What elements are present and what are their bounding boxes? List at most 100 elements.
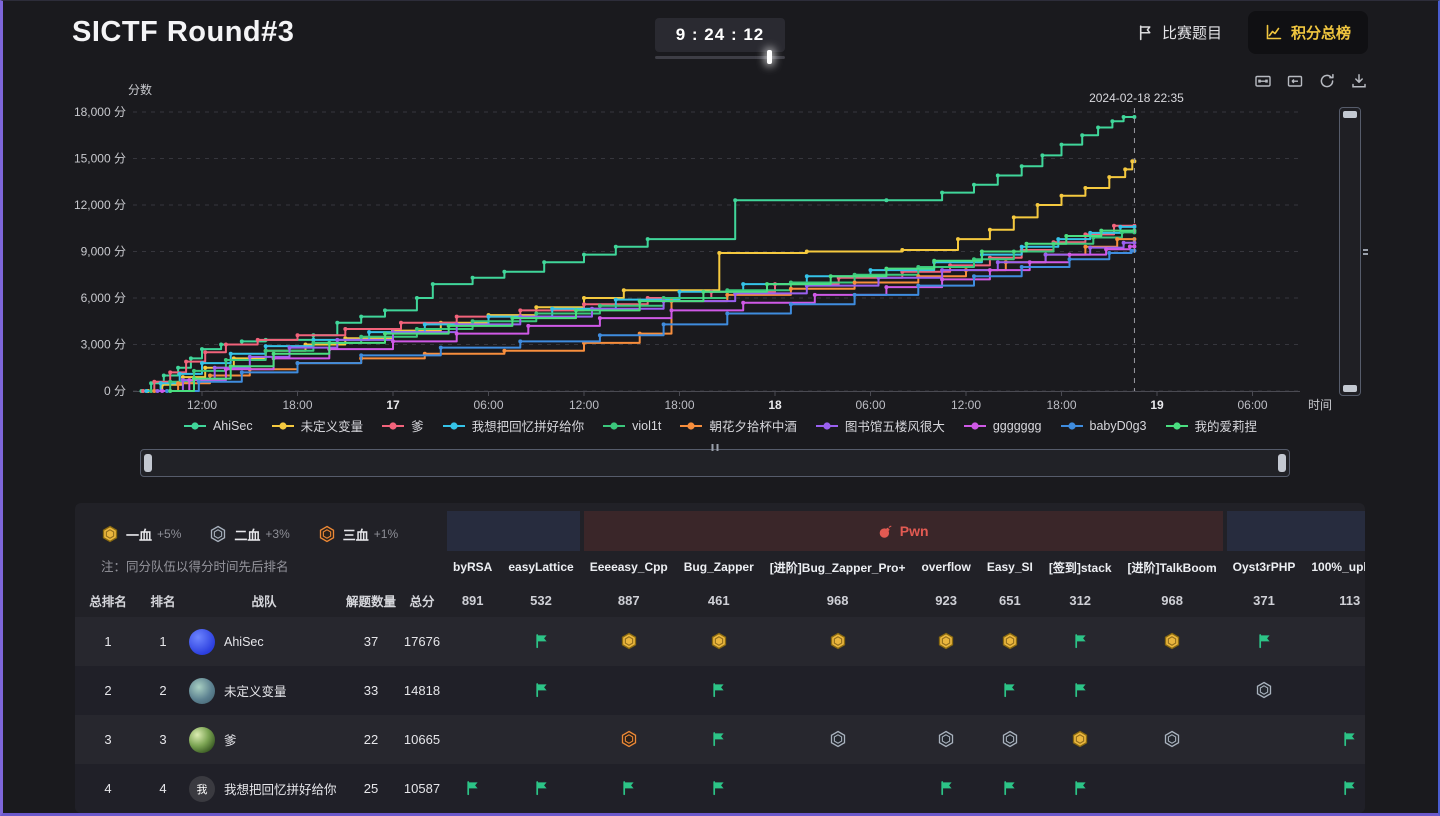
legend-item[interactable]: AhiSec bbox=[183, 419, 253, 433]
legend-team-name: viol1t bbox=[632, 418, 662, 433]
solved-count: 25 bbox=[363, 781, 379, 796]
challenge-name[interactable]: [进阶]TalkBoom bbox=[1120, 551, 1225, 583]
y-datazoom-slider[interactable] bbox=[1339, 107, 1368, 396]
y-datazoom-handle-top[interactable] bbox=[1343, 111, 1357, 118]
bomb-icon bbox=[879, 525, 892, 538]
scoreboard-header-right: Pwn byRSA easyLattice Eeeeasy_Cpp Bug_Zapper… bbox=[445, 511, 1365, 617]
solved-flag-icon bbox=[467, 781, 478, 796]
column-header: 排名 bbox=[150, 594, 176, 609]
nav-scoreboard[interactable]: 积分总榜 bbox=[1247, 10, 1368, 54]
y-datazoom-handle-bottom[interactable] bbox=[1343, 385, 1357, 392]
legend-marker-icon bbox=[1060, 421, 1083, 430]
empty-cell bbox=[500, 715, 582, 764]
solved-flag-icon bbox=[535, 683, 547, 698]
legend-item[interactable]: 我想把回忆拼好给你 bbox=[442, 416, 584, 435]
solve-row bbox=[445, 764, 1365, 813]
team-avatar: 我 bbox=[189, 775, 215, 802]
x-datazoom-slider[interactable] bbox=[140, 444, 1290, 477]
legend-item[interactable]: 爹 bbox=[381, 416, 424, 435]
team-name: AhiSec bbox=[224, 634, 264, 649]
empty-cell bbox=[761, 666, 914, 715]
challenge-name[interactable]: Eeeeasy_Cpp bbox=[582, 551, 676, 583]
solve-cell bbox=[978, 666, 1041, 715]
solve-cell bbox=[675, 764, 762, 813]
legend-item[interactable]: ggggggg bbox=[963, 419, 1042, 433]
x-datazoom-handle-right[interactable] bbox=[1278, 454, 1286, 472]
challenge-name[interactable]: overflow bbox=[913, 551, 978, 583]
empty-cell bbox=[445, 617, 501, 666]
solve-cell bbox=[913, 715, 979, 764]
challenge-points: 968 bbox=[1161, 592, 1183, 608]
blood-label: 一血 bbox=[126, 527, 153, 543]
legend-item[interactable]: 朝花夕拾杯中酒 bbox=[679, 416, 797, 435]
table-row[interactable]: 4 4 我我想把回忆拼好给你 25 10587 bbox=[75, 764, 445, 813]
y-axis-tick-label: 15,000 分 bbox=[74, 152, 126, 166]
empty-cell bbox=[1224, 715, 1304, 764]
scoreboard: 一血 +5% 二血 +3% 三血 +1% 注：同分队伍以得分时间先后排名 总排名 排名 战队 解… bbox=[75, 503, 1365, 813]
timer-track[interactable] bbox=[655, 50, 785, 64]
x-datazoom-grip[interactable] bbox=[711, 444, 719, 451]
legend-marker-icon bbox=[603, 421, 626, 430]
challenge-points: 651 bbox=[998, 592, 1021, 608]
line-chart-icon bbox=[1266, 24, 1282, 40]
table-row[interactable]: 3 3 爹 22 10665 bbox=[75, 715, 445, 764]
table-row[interactable]: 1 1 AhiSec 37 17676 bbox=[75, 617, 445, 666]
second-blood-icon bbox=[1002, 731, 1017, 748]
empty-cell bbox=[913, 666, 979, 715]
team-avatar bbox=[189, 628, 215, 655]
nav-challenges[interactable]: 比赛题目 bbox=[1137, 22, 1222, 43]
series-line bbox=[151, 231, 1135, 392]
challenge-points: 461 bbox=[707, 592, 730, 608]
challenge-name[interactable]: easyLattice bbox=[500, 551, 581, 583]
legend-marker-icon bbox=[1165, 421, 1188, 430]
table-row[interactable]: 2 2 未定义变量 33 14818 bbox=[75, 666, 445, 715]
zoom-restore-icon[interactable] bbox=[1286, 72, 1304, 90]
team-cell: AhiSec bbox=[185, 628, 343, 655]
challenge-name[interactable]: byRSA bbox=[445, 551, 500, 583]
challenge-name[interactable]: Bug_Zapper bbox=[676, 551, 762, 583]
challenge-name[interactable]: 100%_upload bbox=[1303, 551, 1365, 583]
solved-flag-icon bbox=[535, 634, 547, 649]
legend-item[interactable]: 未定义变量 bbox=[271, 416, 363, 435]
third-blood-icon bbox=[621, 731, 636, 748]
total-score: 14818 bbox=[403, 683, 441, 698]
challenge-table: Pwn byRSA easyLattice Eeeeasy_Cpp Bug_Zapper… bbox=[445, 511, 1365, 617]
y-datazoom-grip[interactable] bbox=[1363, 248, 1368, 255]
timer-slider-handle[interactable] bbox=[766, 50, 772, 64]
solve-cell bbox=[675, 715, 762, 764]
legend-team-name: ggggggg bbox=[992, 418, 1042, 433]
legend-item[interactable]: 图书馆五楼风很大 bbox=[815, 416, 945, 435]
solve-cell bbox=[978, 764, 1041, 813]
solve-cell bbox=[761, 617, 914, 666]
legend-item[interactable]: babyD0g3 bbox=[1060, 419, 1147, 433]
solved-count: 33 bbox=[363, 683, 379, 698]
first-blood-icon bbox=[1073, 731, 1088, 748]
challenge-name[interactable]: [进阶]Bug_Zapper_Pro+ bbox=[762, 551, 914, 583]
team-avatar bbox=[189, 677, 215, 704]
solve-cell bbox=[1040, 617, 1120, 666]
second-blood-icon bbox=[938, 731, 954, 748]
total-rank: 1 bbox=[104, 634, 112, 649]
solve-cell bbox=[1224, 666, 1304, 715]
solve-cell bbox=[675, 666, 762, 715]
solve-rows bbox=[445, 617, 1365, 813]
refresh-icon[interactable] bbox=[1318, 72, 1336, 90]
challenge-name[interactable]: Easy_SI bbox=[979, 551, 1041, 583]
solve-cell bbox=[500, 764, 582, 813]
legend-marker-icon bbox=[442, 421, 465, 430]
challenge-name[interactable]: Oyst3rPHP bbox=[1225, 551, 1304, 583]
empty-cell bbox=[445, 715, 501, 764]
x-axis-tick-label: 06:00 bbox=[1237, 398, 1267, 412]
challenge-name[interactable]: [签到]stack bbox=[1041, 551, 1120, 583]
legend-team-name: 图书馆五楼风很大 bbox=[844, 420, 945, 434]
legend-item[interactable]: viol1t bbox=[602, 419, 661, 433]
team-name: 爹 bbox=[224, 734, 237, 748]
download-icon[interactable] bbox=[1350, 72, 1368, 90]
x-datazoom-handle-left[interactable] bbox=[144, 454, 152, 472]
legend-item[interactable]: 我的爱莉捏 bbox=[1165, 416, 1257, 435]
category-unlabeled bbox=[1224, 511, 1365, 551]
team-name: 我想把回忆拼好给你 bbox=[224, 783, 337, 797]
zoom-select-icon[interactable] bbox=[1254, 72, 1272, 90]
solved-flag-icon bbox=[1004, 683, 1015, 698]
solved-count: 22 bbox=[363, 732, 379, 747]
